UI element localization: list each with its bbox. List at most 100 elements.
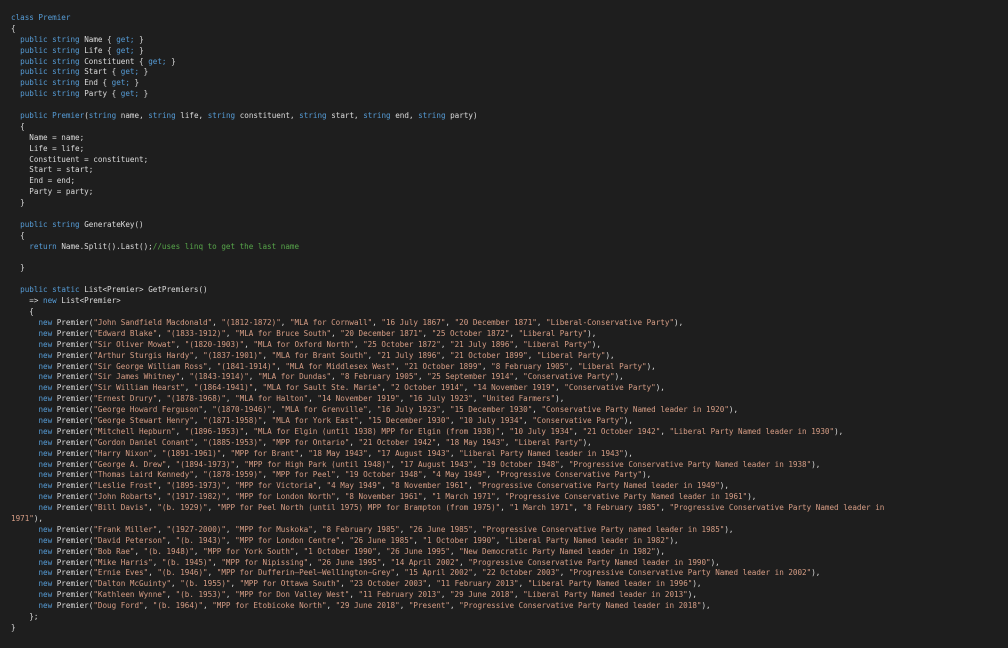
string-literal: "Conservative Party" [564,383,656,393]
string-literal: "Bob Rae" [93,546,135,556]
string-literal: "Conservative Party Named leader in 1920… [541,405,729,415]
code-line: new Premier("Ernest Drury", "(1878-1968)… [38,394,565,404]
string-literal: "(1917-1982)" [166,492,226,502]
string-literal: "(b. 1948)" [143,546,194,556]
code-line: new Premier("Frank Miller", "(1927-2000)… [38,524,734,534]
string-literal: "1 March 1971" [431,492,496,502]
string-literal: "Liberal Party Named leader in 1982" [504,535,670,545]
string-literal: "25 September 1914" [427,372,515,382]
string-literal: "Conservative Party" [532,415,624,425]
string-literal: "Sir George William Ross" [93,361,208,371]
punctuation: ), [674,317,684,327]
keyword-new: new [38,546,53,556]
code-line: new Premier("Bob Rae", "(b. 1948)", "MPP… [38,546,665,556]
punctuation: ), [33,513,44,523]
constructor-call: Premier( [56,590,94,600]
string-literal: "25 October 1872" [363,339,441,349]
string-literal: "11 February 2013" [436,579,519,589]
punctuation: ), [642,470,652,480]
class-keyword: class [11,13,34,22]
code-line: public string Life { get; } [20,45,144,55]
string-literal: "Doug Ford" [93,601,144,611]
brace: } [20,263,25,273]
string-literal: "10 July 1934" [459,415,524,425]
string-literal: "MLA for Brant South" [271,350,368,360]
string-literal: "16 July 1923" [376,405,441,415]
property-name: Name [84,34,103,44]
string-literal: "14 November 1919" [472,383,556,393]
string-literal: "MLA for Bruce South" [235,328,332,338]
string-literal: "8 February 1985" [321,524,400,534]
code-line: new Premier("Ernie Eves", "(b. 1946)", "… [38,568,821,578]
keyword-new: new [38,383,53,393]
string-literal: "MPP for Peel" [271,470,336,480]
string-literal: "MPP for Nipissing" [221,557,309,567]
string-literal: "(1812-1872)" [221,317,281,327]
code-line: } [0,263,1008,274]
string-literal: "(1837-1901)" [203,350,263,360]
keyword-string: string [299,111,327,121]
code-line: Life = life; [0,144,1008,155]
string-literal: "20 December 1871" [454,317,537,327]
property-name: Constituent [84,56,135,66]
constructor-call: Premier( [56,546,94,556]
code-line: new Premier("Mike Harris", "(b. 1945)", … [38,557,720,567]
string-literal: "Progressive Conservative Party Named le… [504,492,748,502]
keyword-get: get; [120,67,140,77]
string-literal: "Progressive Conservative Party Named le… [568,459,812,469]
string-literal: "(b. 1945)" [161,557,213,567]
punctuation: ), [719,481,729,491]
string-literal: "14 November 1919" [317,394,400,404]
param-name: constituent [239,111,291,121]
string-literal: "Progressive Conservative Party Named le… [477,481,720,491]
code-line: { [0,24,1008,35]
keyword-public: public [20,45,48,55]
keyword-string: string [418,111,446,121]
string-literal: "20 December 1871" [340,328,423,338]
constructor-call: Premier( [56,317,94,327]
constructor-call: Premier( [56,492,94,502]
property-name: End [84,78,98,88]
constructor-call: Premier( [56,437,94,447]
string-literal: "21 October 1942" [358,437,437,447]
punctuation: ), [587,328,597,338]
keyword-string: string [52,34,80,44]
keyword-new: new [38,579,53,589]
string-literal: "26 June 1985" [408,524,473,534]
string-literal: "19 October 1948" [482,459,560,469]
constructor-call: Premier( [56,459,94,469]
string-literal: "Liberal Party" [578,361,647,371]
keyword-new: new [38,437,53,447]
code-line: new Premier("Sir James Whitney", "(1843-… [38,372,624,382]
keyword-get: get; [116,34,135,44]
keyword-string: string [52,89,80,99]
constructor-call: Premier( [56,339,94,349]
keyword-string: string [148,111,176,121]
code-editor[interactable]: class Premier{ public string Name { get;… [0,0,1008,648]
string-literal: "(1891-1961)" [161,448,222,458]
string-literal: "8 February 1905" [340,372,418,382]
string-literal: "22 October 2003" [482,568,560,578]
keyword-new: new [38,426,53,436]
constructor-call: Premier( [56,350,94,360]
string-literal: "8 November 1961" [390,481,469,491]
keyword-new: new [38,339,53,349]
keyword-new: new [38,405,53,415]
keyword-new: new [38,503,53,513]
code-line: new Premier("David Peterson", "(b. 1943)… [38,535,679,545]
punctuation: ), [605,350,615,360]
string-literal: "MPP for Peel North (until 1975) MPP for… [216,503,501,513]
string-literal: "MPP for Ontario" [271,437,350,447]
punctuation: ), [655,383,665,393]
string-literal: "26 June 1995" [317,557,382,567]
property-name: Party [84,89,108,99]
string-literal: "(b. 1946)" [157,568,208,578]
brace: }; [29,611,39,621]
string-literal: "(1833-1912)" [166,328,226,338]
string-literal: "Ernie Eves" [93,568,149,578]
keyword-public: public [20,67,48,77]
string-literal: "MPP for London North" [235,492,336,502]
code-line: new Premier("Sir George William Ross", "… [38,361,656,371]
string-literal: "16 July 1867" [381,317,446,327]
